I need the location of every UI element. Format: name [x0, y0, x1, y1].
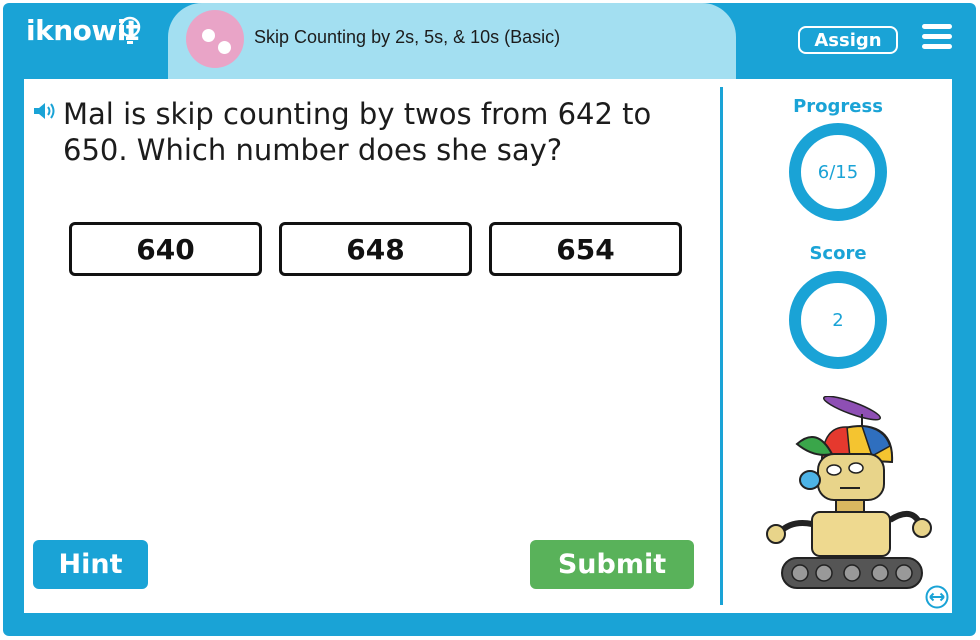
speaker-icon[interactable] [32, 100, 58, 122]
progress-label: Progress [793, 96, 883, 117]
submit-button[interactable]: Submit [530, 540, 694, 589]
lesson-title: Skip Counting by 2s, 5s, & 10s (Basic) [254, 27, 561, 47]
progress-ring: 6/15 [789, 123, 887, 221]
lesson-badge-icon [186, 10, 244, 68]
panel-divider [720, 87, 723, 605]
question-text: Mal is skip counting by twos from 642 to… [63, 97, 652, 167]
hint-button[interactable]: Hint [33, 540, 148, 589]
progress-value: 6/15 [817, 161, 859, 183]
robot-mascot-image [766, 396, 932, 589]
hamburger-menu-icon[interactable] [922, 24, 952, 50]
answer-option[interactable]: 648 [279, 222, 472, 276]
assign-button[interactable]: Assign [798, 26, 898, 54]
lightbulb-icon [119, 16, 141, 44]
answer-option[interactable]: 640 [69, 222, 262, 276]
score-ring: 2 [789, 271, 887, 369]
score-value: 2 [832, 309, 844, 331]
answer-option[interactable]: 654 [489, 222, 682, 276]
score-label: Score [809, 243, 867, 264]
expand-arrows-icon[interactable] [925, 585, 949, 609]
